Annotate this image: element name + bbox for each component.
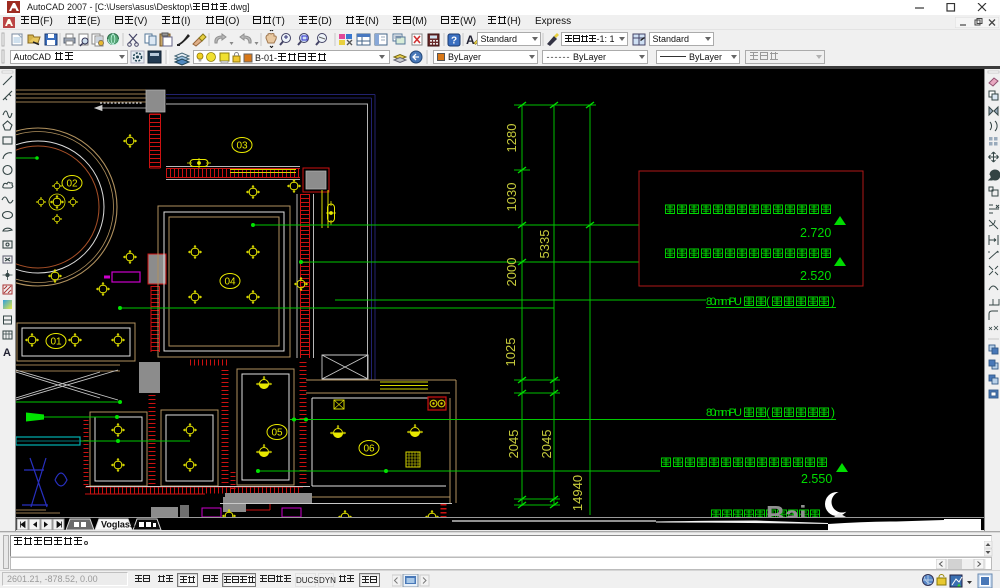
svg-text:2000: 2000: [504, 258, 519, 287]
svg-text:2.520: 2.520: [800, 269, 831, 283]
svg-text:): ): [831, 405, 835, 419]
svg-text:2045: 2045: [506, 430, 521, 459]
svg-text:80mmPU: 80mmPU: [706, 296, 742, 308]
svg-text:(: (: [766, 294, 770, 308]
svg-text:01: 01: [50, 337, 62, 348]
svg-text:03: 03: [236, 141, 248, 152]
svg-text:(: (: [766, 405, 770, 419]
svg-text:1025: 1025: [503, 338, 518, 367]
svg-text:2.720: 2.720: [800, 226, 831, 240]
svg-text:?: ?: [451, 36, 457, 47]
svg-text:A: A: [3, 347, 11, 359]
svg-text:2.550: 2.550: [801, 472, 832, 486]
svg-text:Voglass: Voglass: [101, 520, 135, 530]
svg-text:02: 02: [66, 179, 78, 190]
svg-text:05: 05: [271, 428, 283, 439]
svg-text:A: A: [466, 33, 475, 47]
svg-text:Bai: Bai: [766, 500, 806, 517]
svg-text:80mmPU: 80mmPU: [706, 407, 742, 419]
svg-text:14940: 14940: [570, 475, 585, 511]
svg-text:1030: 1030: [504, 183, 519, 212]
svg-text:2045: 2045: [539, 430, 554, 459]
svg-text:): ): [831, 294, 835, 308]
svg-text:1280: 1280: [504, 124, 519, 153]
svg-text:5335: 5335: [537, 230, 552, 259]
svg-text:04: 04: [224, 277, 236, 288]
svg-text:06: 06: [363, 444, 375, 455]
